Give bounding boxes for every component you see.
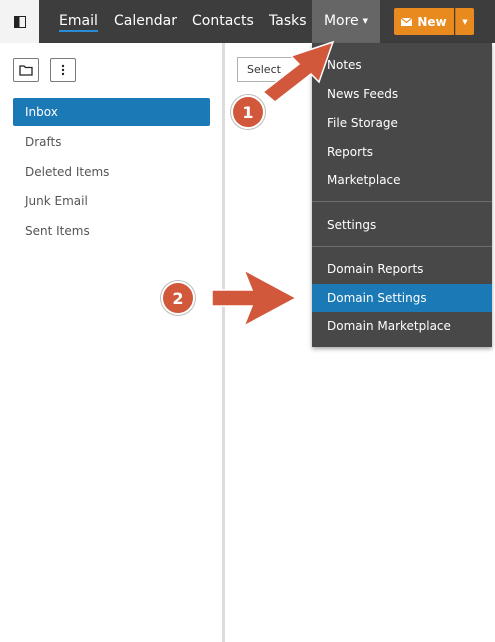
menu-item-file-storage[interactable]: File Storage <box>312 109 492 137</box>
menu-divider <box>312 246 492 247</box>
nav-contacts[interactable]: Contacts <box>192 0 254 43</box>
annotation-arrow-1 <box>261 40 335 102</box>
folder-sent-items[interactable]: Sent Items <box>13 217 210 245</box>
pane-divider[interactable] <box>222 43 225 642</box>
menu-divider <box>312 201 492 202</box>
folder-deleted-items[interactable]: Deleted Items <box>13 158 210 186</box>
new-button[interactable]: New <box>394 8 454 35</box>
menu-item-marketplace[interactable]: Marketplace <box>312 166 492 194</box>
annotation-arrow-2 <box>211 268 298 328</box>
folder-inbox[interactable]: Inbox <box>13 98 210 126</box>
folder-drafts[interactable]: Drafts <box>13 128 210 156</box>
menu-item-settings[interactable]: Settings <box>312 211 492 239</box>
caret-down-icon: ▼ <box>362 17 369 25</box>
new-button-label: New <box>417 14 447 29</box>
envelope-icon <box>401 17 413 26</box>
new-dropdown-toggle[interactable]: ▼ <box>455 8 474 35</box>
folder-junk-email[interactable]: Junk Email <box>13 187 210 215</box>
nav-calendar[interactable]: Calendar <box>114 0 177 43</box>
nav-email[interactable]: Email <box>59 0 98 43</box>
annotation-step-2-badge: 2 <box>161 281 195 315</box>
sidebar-toggle-button[interactable] <box>0 0 39 43</box>
menu-item-reports[interactable]: Reports <box>312 138 492 166</box>
sidebar-toggle-icon <box>13 15 26 28</box>
caret-down-icon: ▼ <box>462 17 468 26</box>
nav-email-label: Email <box>59 13 98 32</box>
top-navigation-bar: Email Calendar Contacts Tasks More ▼ New … <box>0 0 495 43</box>
new-folder-button[interactable] <box>13 58 39 82</box>
vertical-dots-icon <box>61 64 65 76</box>
menu-item-domain-settings[interactable]: Domain Settings <box>312 284 492 312</box>
folder-options-button[interactable] <box>50 58 76 82</box>
menu-item-domain-reports[interactable]: Domain Reports <box>312 255 492 283</box>
menu-item-domain-marketplace[interactable]: Domain Marketplace <box>312 312 492 340</box>
folder-icon <box>19 65 33 76</box>
annotation-step-1-badge: 1 <box>231 95 265 129</box>
